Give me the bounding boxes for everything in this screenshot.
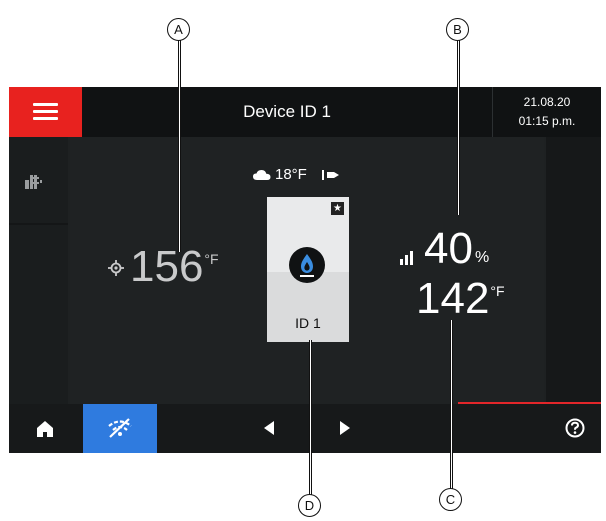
date-text: 21.08.20: [523, 95, 571, 109]
boiler-card[interactable]: ★ ID 1: [267, 197, 349, 342]
left-panel-cell: [9, 225, 68, 404]
right-panel: [546, 137, 601, 404]
home-button[interactable]: [9, 404, 82, 453]
time-text: 01:15 p.m.: [518, 114, 576, 128]
callout-line-b: [457, 40, 460, 215]
modulation-value: 40: [424, 224, 473, 273]
callout-line-a: [178, 40, 181, 252]
signal-bars-icon: [400, 251, 413, 265]
arrow-left-icon[interactable]: [264, 421, 274, 435]
arrow-right-icon[interactable]: [340, 421, 350, 435]
connectivity-button[interactable]: [83, 404, 157, 453]
dhw-temp-unit: °F: [490, 283, 505, 299]
boiler-label: ID 1: [295, 315, 321, 331]
system-view-button[interactable]: [9, 137, 68, 223]
crosshair-icon: [108, 260, 124, 276]
outdoor-temp: 18°F: [275, 166, 307, 183]
date-time: 21.08.20 01:15 p.m.: [493, 93, 601, 131]
bottom-bar: [9, 404, 601, 453]
modulation: 40 %: [399, 227, 489, 271]
cloud-icon: [253, 169, 271, 180]
help-button[interactable]: [548, 404, 601, 453]
wifi-off-icon: [108, 418, 132, 438]
callout-a: A: [167, 18, 190, 41]
radiator-icon: [25, 175, 42, 189]
burner-indicator: [289, 247, 325, 283]
dhw-temperature[interactable]: 142 °F: [416, 277, 505, 321]
device-screen: Device ID 1 21.08.20 01:15 p.m. 18°F 156…: [9, 87, 601, 453]
top-bar: Device ID 1 21.08.20 01:15 p.m.: [9, 87, 601, 137]
home-icon: [37, 421, 53, 437]
flow-temp-value: 156: [130, 242, 204, 291]
outdoor-info: 18°F: [253, 166, 341, 183]
callout-b: B: [446, 18, 469, 41]
dhw-temp-value: 142: [416, 274, 490, 323]
callout-line-c: [450, 320, 453, 490]
callout-c: C: [439, 488, 462, 511]
menu-button[interactable]: [9, 87, 82, 137]
callout-d: D: [298, 494, 321, 517]
modulation-unit: %: [474, 249, 490, 266]
flame-icon: [300, 254, 314, 277]
page-title: Device ID 1: [243, 102, 331, 121]
left-panel: [9, 137, 68, 404]
star-icon: ★: [331, 202, 344, 215]
flow-temperature[interactable]: 156 °F: [108, 245, 219, 289]
flow-direction-icon: [321, 169, 339, 180]
help-icon: [565, 418, 585, 438]
flow-temp-unit: °F: [204, 251, 219, 267]
callout-line-d: [309, 340, 312, 495]
main-view: 18°F 156 °F ★ ID 1 40 % 142 °F: [70, 137, 544, 404]
